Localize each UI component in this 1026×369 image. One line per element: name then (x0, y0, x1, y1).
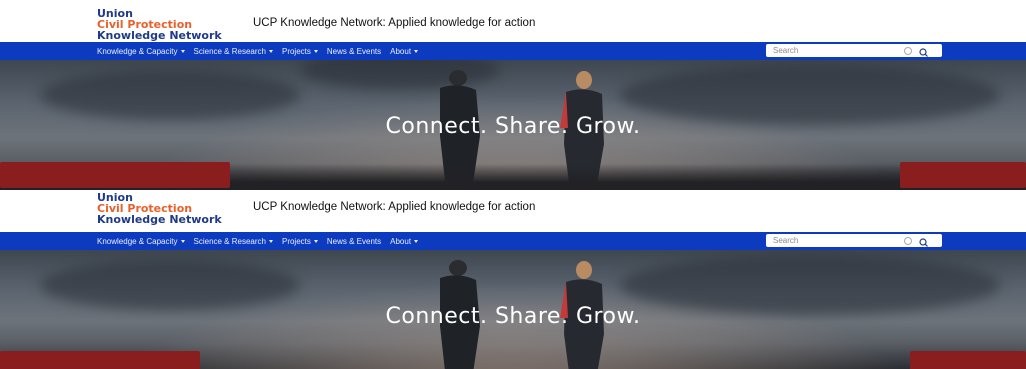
nav-item-about[interactable]: About (390, 46, 419, 56)
nav-item-label: News & Events (326, 46, 382, 56)
nav-item-label: Knowledge & Capacity (97, 236, 178, 246)
page-copy-2: Union Civil Protection Knowledge Network… (0, 190, 1026, 369)
main-nav: Knowledge & Capacity Science & Research … (0, 232, 1026, 250)
caret-down-icon (313, 49, 318, 53)
site-header: Union Civil Protection Knowledge Network… (0, 0, 1026, 42)
nav-item-news-events[interactable]: News & Events (327, 47, 381, 56)
hero-banner: Connect. Share. Grow. (0, 250, 1026, 369)
nav-item-label: News & Events (326, 236, 382, 246)
nav-item-about[interactable]: About (390, 236, 419, 246)
clear-icon[interactable] (904, 47, 912, 55)
site-header: Union Civil Protection Knowledge Network… (0, 190, 1026, 232)
nav-item-label: About (390, 236, 412, 246)
site-tagline: UCP Knowledge Network: Applied knowledge… (253, 17, 536, 29)
hero-truck (0, 351, 200, 369)
nav-item-science-research[interactable]: Science & Research (194, 237, 273, 246)
nav-item-label: Projects (281, 236, 311, 246)
search-input[interactable] (766, 234, 913, 247)
clear-icon[interactable] (904, 237, 912, 245)
search-icon (919, 48, 928, 57)
hero-cloud (40, 260, 300, 310)
hero-truck (900, 162, 1026, 188)
nav-item-label: Science & Research (193, 236, 266, 246)
hero-banner: Connect. Share. Grow. (0, 60, 1026, 190)
site-logo[interactable]: Union Civil Protection Knowledge Network (97, 192, 222, 225)
nav-item-projects[interactable]: Projects (282, 47, 318, 56)
caret-down-icon (313, 239, 318, 243)
hero-cloud (40, 70, 300, 120)
nav-item-projects[interactable]: Projects (282, 237, 318, 246)
logo-line-knowledge-network: Knowledge Network (97, 29, 222, 42)
hero-title: Connect. Share. Grow. (385, 304, 641, 329)
site-logo[interactable]: Union Civil Protection Knowledge Network (97, 8, 222, 41)
hero-truck (910, 351, 1026, 369)
nav-item-science-research[interactable]: Science & Research (194, 47, 273, 56)
search-button[interactable] (916, 235, 932, 247)
search-box (766, 234, 942, 247)
page-copy-1: Union Civil Protection Knowledge Network… (0, 0, 1026, 190)
caret-down-icon (268, 239, 273, 243)
site-tagline: UCP Knowledge Network: Applied knowledge… (253, 201, 536, 213)
caret-down-icon (268, 49, 273, 53)
caret-down-icon (414, 239, 419, 243)
nav-item-news-events[interactable]: News & Events (327, 237, 381, 246)
main-nav: Knowledge & Capacity Science & Research … (0, 42, 1026, 60)
search-box (766, 44, 942, 57)
caret-down-icon (414, 49, 419, 53)
nav-item-label: About (390, 46, 412, 56)
nav-item-label: Projects (281, 46, 311, 56)
logo-line-knowledge-network: Knowledge Network (97, 213, 222, 226)
search-input[interactable] (766, 44, 913, 57)
caret-down-icon (180, 49, 185, 53)
nav-item-knowledge-capacity[interactable]: Knowledge & Capacity (97, 237, 185, 246)
hero-truck (0, 162, 230, 188)
nav-item-label: Science & Research (193, 46, 266, 56)
caret-down-icon (180, 239, 185, 243)
nav-item-knowledge-capacity[interactable]: Knowledge & Capacity (97, 47, 185, 56)
search-button[interactable] (916, 45, 932, 57)
hero-title: Connect. Share. Grow. (385, 114, 641, 139)
nav-item-label: Knowledge & Capacity (97, 46, 178, 56)
search-icon (919, 238, 928, 247)
